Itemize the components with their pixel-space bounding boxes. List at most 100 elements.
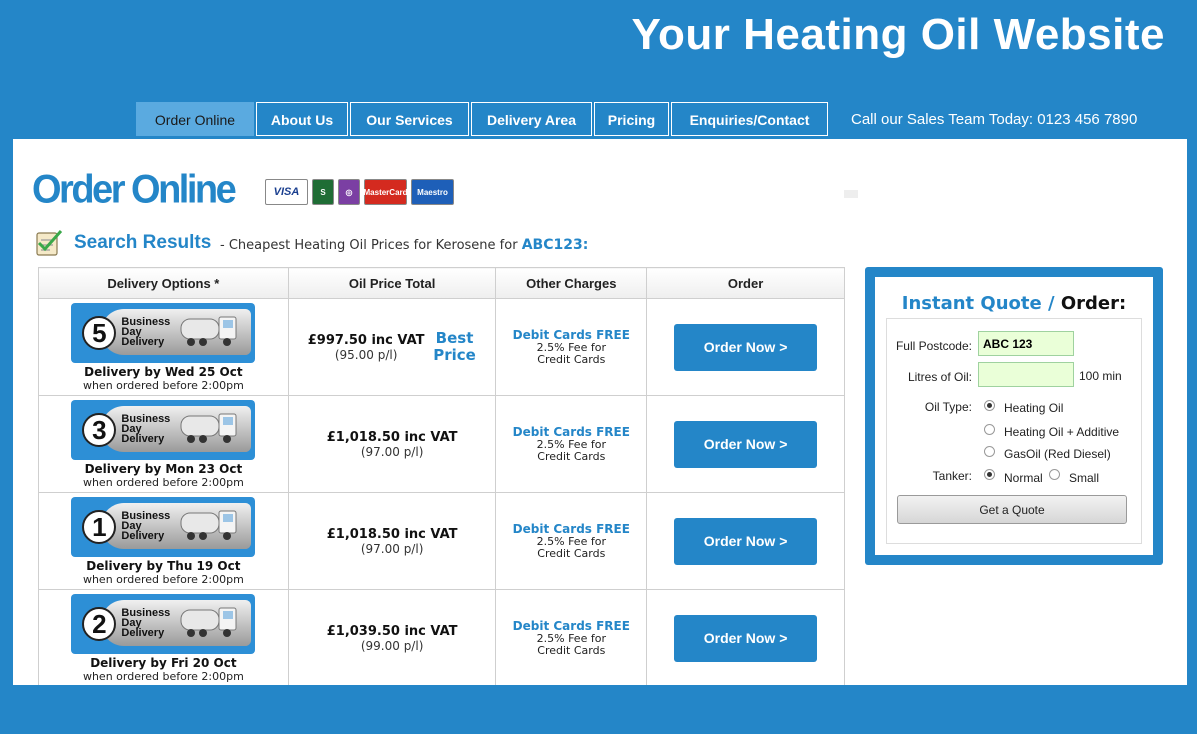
search-postcode: ABC123: xyxy=(521,237,589,253)
results-table: Delivery Options * Oil Price Total Other… xyxy=(38,267,845,685)
price-total: £997.50 inc VAT xyxy=(307,332,425,348)
debit-cards-free: Debit Cards FREE xyxy=(512,619,630,633)
site-title: Your Heating Oil Website xyxy=(631,10,1165,59)
tanker-truck-icon xyxy=(180,316,237,346)
instant-quote-title-b: Order: xyxy=(1060,293,1127,314)
delivery-days-number: 1 xyxy=(82,509,117,544)
price-block: £1,018.50 inc VAT (97.00 p/l) xyxy=(327,527,458,556)
delivery-cell: 2 Business Day Delivery Delivery by Fri 20 O… xyxy=(38,589,289,685)
debit-cards-free: Debit Cards FREE xyxy=(512,522,630,536)
header-delivery-options: Delivery Options * xyxy=(38,267,289,299)
price-wrap: £1,018.50 inc VAT (97.00 p/l) xyxy=(289,430,496,459)
price-wrap: £1,018.50 inc VAT (97.00 p/l) xyxy=(289,527,496,556)
postcode-label: Full Postcode: xyxy=(895,339,972,353)
oil-type-gasoil-radio[interactable] xyxy=(984,446,995,457)
oil-type-heating-oil-radio[interactable] xyxy=(984,400,995,411)
instant-quote-box: Instant Quote / Order: Full Postcode: Li… xyxy=(865,267,1163,565)
nav-tab-pricing[interactable]: Pricing xyxy=(594,102,669,136)
nav-tab-our-services[interactable]: Our Services xyxy=(350,102,469,136)
search-results-subtitle: - Cheapest Heating Oil Prices for Kerose… xyxy=(220,237,588,253)
mastercard-icon: MasterCard xyxy=(364,179,408,205)
delivery-days-number: 3 xyxy=(82,412,117,447)
payment-cards: VISA S ◎ MasterCard Maestro xyxy=(265,179,454,205)
search-subtitle-text: - Cheapest Heating Oil Prices for Kerose… xyxy=(220,238,518,253)
oil-type-label: Oil Type: xyxy=(924,400,972,414)
credit-fee-line2: Credit Cards xyxy=(537,450,606,463)
switch-card-icon: S xyxy=(312,179,334,205)
price-cell: £1,018.50 inc VAT (97.00 p/l) xyxy=(287,492,497,590)
nav-tab-enquiries-contact[interactable]: Enquiries/Contact xyxy=(671,102,828,136)
delivery-banner: 5 Business Day Delivery xyxy=(71,302,256,363)
delivery-banner: 1 Business Day Delivery xyxy=(71,496,256,557)
tanker-small-label: Small xyxy=(1069,471,1100,485)
table-row: 2 Business Day Delivery Delivery by Fri 20 O… xyxy=(38,589,845,685)
charges-cell: Debit Cards FREE 2.5% Fee for Credit Cards xyxy=(495,492,648,590)
tanker-label: Tanker: xyxy=(932,469,972,483)
decorative-square xyxy=(844,190,858,198)
price-wrap: £1,039.50 inc VAT (99.00 p/l) xyxy=(289,624,496,653)
order-now-button[interactable]: Order Now > xyxy=(674,614,818,662)
delivery-date: Delivery by Fri 20 Oct xyxy=(90,655,237,670)
price-per-litre: (95.00 p/l) xyxy=(334,347,398,362)
order-cell: Order Now > xyxy=(646,395,845,493)
price-per-litre: (97.00 p/l) xyxy=(360,444,424,459)
litres-input[interactable] xyxy=(978,362,1074,387)
nav-tab-about-us[interactable]: About Us xyxy=(256,102,348,136)
header-order: Order xyxy=(646,267,845,299)
nav-tab-delivery-area[interactable]: Delivery Area xyxy=(471,102,592,136)
page-title: Order Online xyxy=(32,167,237,213)
price-total: £1,018.50 inc VAT xyxy=(326,526,458,542)
order-now-button[interactable]: Order Now > xyxy=(674,517,818,565)
price-total: £1,018.50 inc VAT xyxy=(326,429,458,445)
order-now-button[interactable]: Order Now > xyxy=(674,323,818,371)
charges-cell: Debit Cards FREE 2.5% Fee for Credit Cards xyxy=(495,589,648,685)
table-row: 5 Business Day Delivery Delivery by Wed 25 O… xyxy=(38,298,845,396)
oil-type-gasoil-label: GasOil (Red Diesel) xyxy=(1004,447,1111,461)
header-oil-price-total: Oil Price Total xyxy=(287,267,497,299)
instant-quote-title-a: Instant Quote / xyxy=(901,293,1055,314)
banner-text: Business Day Delivery xyxy=(121,510,170,541)
order-cell: Order Now > xyxy=(646,492,845,590)
visa-card-icon: VISA xyxy=(265,179,308,205)
tanker-normal-label: Normal xyxy=(1004,471,1043,485)
nav-tab-order-online[interactable]: Order Online xyxy=(136,102,254,136)
tanker-truck-icon xyxy=(180,607,237,637)
delivery-cutoff: when ordered before 2:00pm xyxy=(82,669,244,683)
banner-word: Delivery xyxy=(121,626,165,639)
instant-quote-inner: Instant Quote / Order: Full Postcode: Li… xyxy=(875,277,1153,555)
tanker-truck-icon xyxy=(180,510,237,540)
price-total: £1,039.50 inc VAT xyxy=(326,623,458,639)
tanker-small-radio[interactable] xyxy=(1049,469,1060,480)
credit-fee-line2: Credit Cards xyxy=(537,644,606,657)
delivery-cell: 3 Business Day Delivery Delivery by Mon 23 O… xyxy=(38,395,289,493)
price-block: £1,039.50 inc VAT (99.00 p/l) xyxy=(327,624,458,653)
oil-type-additive-radio[interactable] xyxy=(984,424,995,435)
header-other-charges: Other Charges xyxy=(495,267,648,299)
delivery-cell: 5 Business Day Delivery Delivery by Wed 25 O… xyxy=(38,298,289,396)
charges-cell: Debit Cards FREE 2.5% Fee for Credit Cards xyxy=(495,298,648,396)
main-nav: Order Online About Us Our Services Deliv… xyxy=(136,102,830,136)
banner-text: Business Day Delivery xyxy=(121,316,170,348)
tanker-normal-radio[interactable] xyxy=(984,469,995,480)
order-now-button[interactable]: Order Now > xyxy=(674,420,818,468)
delivery-cell: 1 Business Day Delivery Delivery by Thu 19 O… xyxy=(38,492,289,590)
maestro-card-icon: Maestro xyxy=(411,179,454,205)
debit-cards-free: Debit Cards FREE xyxy=(512,328,630,342)
price-block: £997.50 inc VAT (95.00 p/l) xyxy=(308,333,425,362)
quote-form: Full Postcode: Litres of Oil: 100 min Oi… xyxy=(886,318,1142,544)
litres-label: Litres of Oil: xyxy=(907,370,972,384)
price-block: £1,018.50 inc VAT (97.00 p/l) xyxy=(327,430,458,459)
delivery-date: Delivery by Thu 19 Oct xyxy=(86,558,241,573)
postcode-input[interactable] xyxy=(978,331,1074,356)
sales-phone-text: Call our Sales Team Today: 0123 456 7890 xyxy=(851,111,1138,128)
main-panel: Order Online VISA S ◎ MasterCard Maestro… xyxy=(13,139,1187,685)
delivery-cutoff: when ordered before 2:00pm xyxy=(82,378,244,392)
delivery-cutoff: when ordered before 2:00pm xyxy=(82,572,244,586)
delivery-banner: 3 Business Day Delivery xyxy=(71,399,256,460)
get-quote-button[interactable]: Get a Quote xyxy=(897,495,1127,524)
delivery-banner: 2 Business Day Delivery xyxy=(71,593,256,654)
order-cell: Order Now > xyxy=(646,298,845,396)
delivery-date: Delivery by Wed 25 Oct xyxy=(84,364,243,379)
banner-word: Delivery xyxy=(121,432,165,445)
banner-word: Delivery xyxy=(121,335,165,348)
